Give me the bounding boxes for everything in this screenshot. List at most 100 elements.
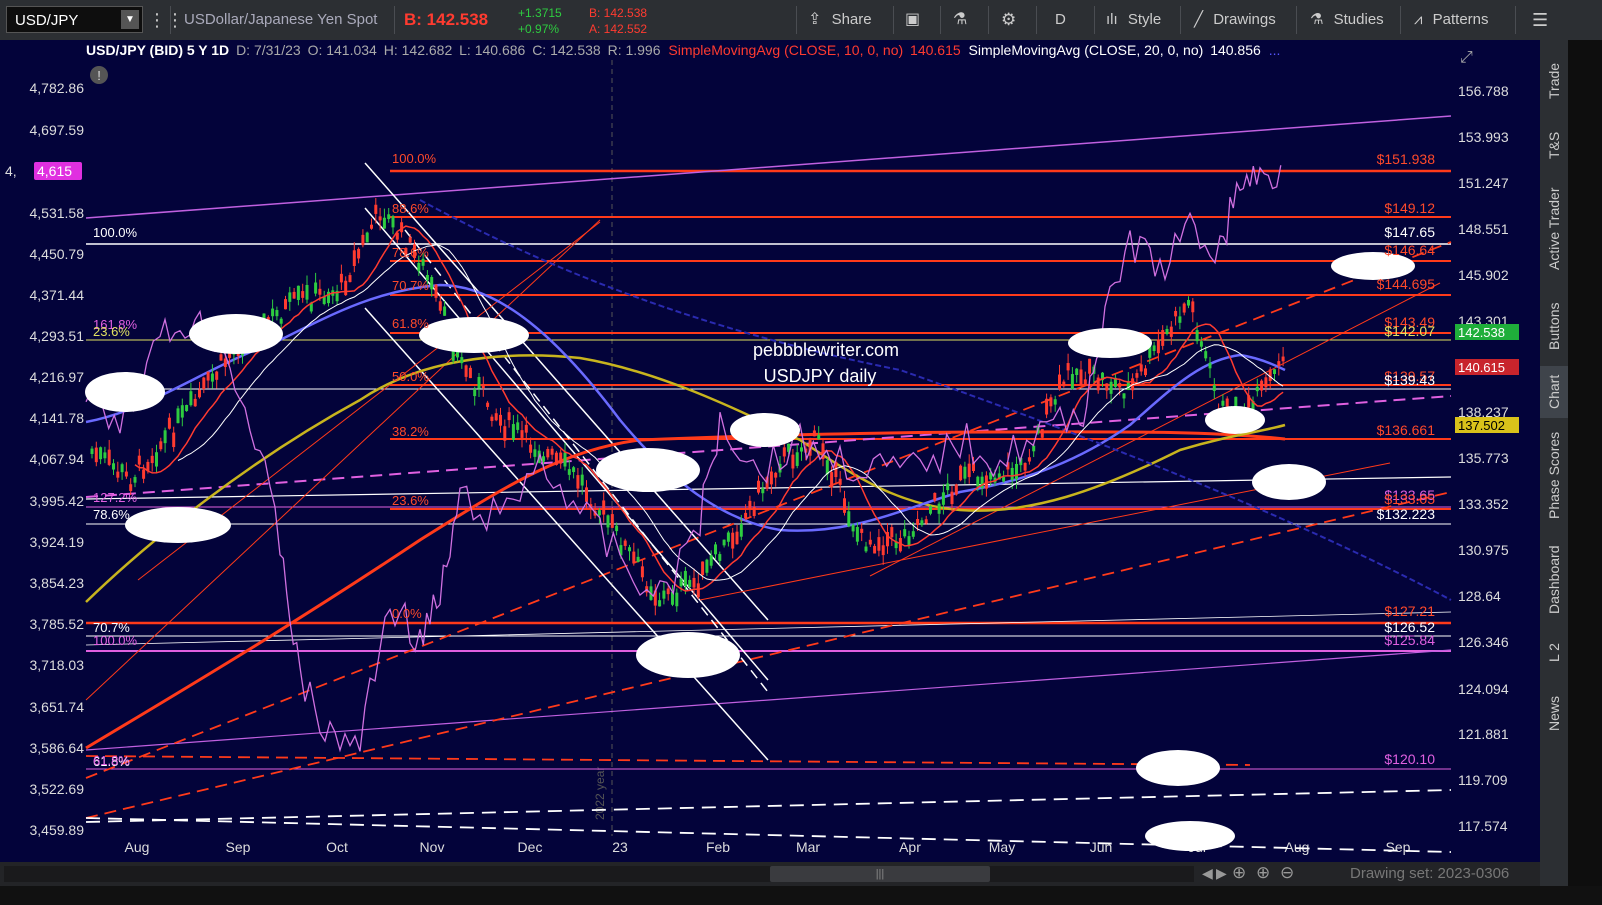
legend-more[interactable]: ... [1269,42,1281,58]
right-tab-l-2[interactable]: L 2 [1540,632,1568,674]
flask-icon[interactable]: ⚗ [953,0,967,40]
candle-body [284,299,287,310]
candle-body [843,498,846,513]
candle-body [215,371,219,380]
drawings-button[interactable]: ╱ Drawings [1194,0,1276,40]
right-tab-buttons[interactable]: Buttons [1540,290,1568,362]
right-axis-label: 156.788 [1458,83,1509,99]
symbol-selector[interactable]: USD/JPY ▼ [6,6,143,33]
link-icon[interactable]: ⋮⋮ [148,0,184,40]
candle-body [967,463,971,478]
left-axis-label: 4,216.97 [30,369,85,385]
candle-body [1182,303,1186,313]
scroll-right-icon[interactable]: ▶ [1216,865,1227,882]
candle-body [103,452,107,459]
legend-sma10-value: 140.615 [910,42,961,58]
drawing-set-label[interactable]: Drawing set: 2023-0306 [1350,865,1509,882]
alert-icon-glyph: ! [97,68,101,83]
candle-body [305,284,309,300]
candle-body [1165,328,1169,334]
legend-sma20[interactable]: SimpleMovingAvg (CLOSE, 20, 0, no) [969,42,1204,58]
top-toolbar: USD/JPY ▼ ⋮⋮ USDollar/Japanese Yen Spot … [0,0,1602,41]
left-axis-label: 3,459.89 [30,822,85,838]
candle-body [632,551,636,564]
candle-body [374,204,378,214]
price-chart[interactable]: 4,782.86 4,697.59 4, 4,615 4,531.58 4,450.79 4… [0,40,1540,862]
ask-small: A: 142.552 [589,22,648,36]
candle-body [602,500,606,515]
fib-label-mid: 88.6% [392,201,429,216]
patterns-label: Patterns [1432,11,1489,28]
style-button[interactable]: ılı Style [1106,0,1161,40]
candle-body [606,515,610,528]
right-tab-trade[interactable]: Trade [1540,44,1568,118]
gear-icon[interactable]: ⚙ [1001,0,1016,40]
level-price-label: $149.12 [1384,200,1435,216]
drawings-label: Drawings [1213,11,1276,28]
aggregation-button[interactable]: D [1055,0,1066,40]
candle-body [830,472,834,488]
candle-body [481,383,485,389]
left-axis-label: 3,718.03 [30,657,85,673]
candle-body [352,250,356,267]
right-tab-news[interactable]: News [1540,678,1568,748]
candle-body [198,389,201,398]
candle-body [1139,364,1143,372]
candle-body [1015,463,1018,480]
left-axis-label: 4,371.44 [30,287,85,303]
zoom-in-icon[interactable]: ⊕ [1256,863,1270,883]
candle-body [812,430,816,437]
candle-body [464,365,468,377]
candle-body [567,469,571,475]
patterns-button[interactable]: ⩘ Patterns [1414,0,1489,40]
scrollbar-thumb[interactable]: ||| [770,866,990,882]
candle-body [1161,330,1165,346]
candle-body [817,435,821,440]
candle-body [490,416,494,421]
candle-body [1040,429,1044,438]
share-button[interactable]: ⇪ Share [808,0,872,40]
candle-body [941,492,945,505]
pencil-icon: ╱ [1194,11,1204,28]
candle-body [709,555,713,566]
scrollbar-track[interactable] [4,866,1194,882]
chevron-down-icon[interactable]: ▼ [121,10,139,29]
legend-low: L: 140.686 [459,42,526,58]
candle-body [976,476,980,487]
candle-body [387,214,391,220]
candle-body [378,216,382,221]
candle-body [774,472,778,478]
candle-body [357,248,361,259]
legend-title: USD/JPY (BID) 5 Y 1D [86,42,230,58]
candle-body [950,491,954,505]
left-axis-label: 3,854.23 [30,575,85,591]
candle-body [516,422,520,430]
candle-body [159,441,163,450]
candle-body [795,452,799,466]
studies-button[interactable]: ⚗ Studies [1310,0,1384,40]
candle-body [937,503,941,514]
candle-body [946,483,950,491]
right-tab-dashboard[interactable]: Dashboard [1540,532,1568,628]
right-tab-chart[interactable]: Chart [1540,366,1568,418]
right-tab-phase-scores[interactable]: Phase Scores [1540,422,1568,528]
level-price-label: $147.65 [1384,224,1435,240]
crosshair-icon[interactable]: ⊕ [1232,863,1246,883]
right-tab-t-s[interactable]: T&S [1540,122,1568,168]
candle-body [563,452,567,467]
candle-body [1075,368,1079,375]
candle-body [430,277,434,290]
fib-label-left: 78.6% [93,507,130,522]
right-axis-label: 128.64 [1458,588,1501,604]
candle-body [1281,356,1285,362]
layout-icon[interactable]: ▣ [905,0,920,40]
candle-body [881,545,885,556]
zoom-out-icon[interactable]: ⊖ [1280,863,1294,883]
legend-sma10[interactable]: SimpleMovingAvg (CLOSE, 10, 0, no) [668,42,903,58]
menu-icon[interactable]: ☰ [1532,0,1548,40]
candle-body [288,292,292,302]
chart-area[interactable]: 4,782.86 4,697.59 4, 4,615 4,531.58 4,450.79 4… [0,40,1540,862]
right-tab-active-trader[interactable]: Active Trader [1540,172,1568,286]
candle-body [769,471,773,485]
scroll-left-icon[interactable]: ◀ [1202,865,1213,882]
